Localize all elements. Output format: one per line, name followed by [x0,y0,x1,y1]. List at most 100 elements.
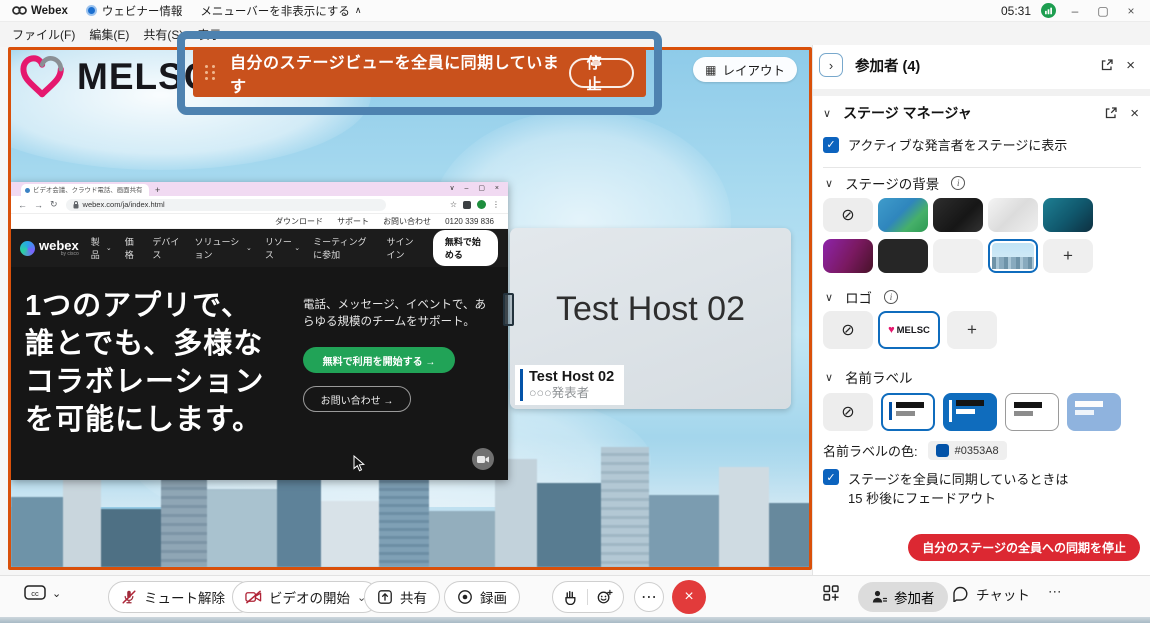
stage-resize-handle[interactable] [503,293,514,326]
chevron-down-icon[interactable]: ∨ [825,291,833,304]
start-video-button[interactable]: ビデオの開始 ⌄ [232,581,379,613]
back-icon[interactable]: ← [18,200,27,210]
nav-signin[interactable]: サインイン [387,235,421,261]
background-thumb-city-selected[interactable] [988,239,1038,273]
link-contact[interactable]: お問い合わせ [383,216,431,227]
link-phone[interactable]: 0120 339 836 [445,217,494,226]
app-title: Webex [31,5,68,17]
more-options-button[interactable]: ⋯ [634,582,664,612]
reactions-group [552,581,624,613]
collapse-panel-button[interactable]: › [819,53,843,77]
browser-tabstrip: ビデオ会議、クラウド電話、画面共有 × + ∨ – ▢ × [11,182,508,196]
hero-start-free-button[interactable]: 無料で利用を開始する → [303,347,455,373]
background-thumb-purple[interactable] [823,239,873,273]
drag-handle-icon[interactable] [205,65,216,80]
close-window-button[interactable]: × [1122,4,1140,18]
hero-contact-button[interactable]: お問い合わせ → [303,386,411,412]
nav-products[interactable]: 製品⌄ [91,235,112,261]
link-support[interactable]: サポート [337,216,369,227]
maximize-button[interactable]: ▢ [1094,4,1112,18]
shared-browser-window[interactable]: ビデオ会議、クラウド電話、画面共有 × + ∨ – ▢ × ← → ↻ webe… [11,182,508,480]
logo-thumb-melsc-selected[interactable]: ♥ MELSC [878,311,940,349]
reload-icon[interactable]: ↻ [50,199,58,210]
stop-sync-all-button[interactable]: 自分のステージの全員への同期を停止 [908,534,1140,561]
webinar-info-button[interactable]: ウェビナー情報 [86,3,183,19]
chevron-up-icon: ∧ [355,5,362,16]
participants-icon [871,589,887,605]
star-icon[interactable]: ☆ [450,200,457,209]
webex-infinity-icon [12,5,27,16]
name-label-thumb-style1-selected[interactable] [881,393,935,431]
hide-menubar-button[interactable]: メニューバーを非表示にする ∧ [200,3,361,19]
name-label-thumb-style2[interactable] [943,393,997,431]
stage-manager-title: ステージ マネージャ [843,103,972,123]
chat-button[interactable]: チャット [952,584,1030,604]
profile-avatar[interactable] [477,200,486,209]
logo-thumb-none[interactable]: ⊘ [823,311,873,349]
name-label-thumb-style3[interactable] [1005,393,1059,431]
background-thumb-none[interactable]: ⊘ [823,198,873,232]
background-thumb-black[interactable] [878,239,928,273]
fadeout-checkbox[interactable]: ✓ [823,469,839,485]
chevron-down-icon[interactable]: ∨ [823,107,831,120]
active-speaker-checkbox[interactable]: ✓ [823,137,839,153]
start-free-button[interactable]: 無料で始める [433,230,498,266]
nav-solutions[interactable]: ソリューション⌄ [194,235,251,261]
sync-banner: 自分のステージビューを全員に同期しています 停止 [193,48,646,97]
nav-join-meeting[interactable]: ミーティングに参加 [313,235,374,261]
name-label-thumb-none[interactable]: ⊘ [823,393,873,431]
stage-area: MELSC ▦ レイアウト ビデオ会議、クラウド電話、画面共有 × + ∨ – … [8,47,812,570]
close-panel-icon[interactable]: × [1126,57,1135,74]
participants-toggle-button[interactable]: 参加者 [858,582,948,612]
nav-resources[interactable]: リソース⌄ [265,235,300,261]
address-bar[interactable]: webex.com/ja/index.html [66,199,386,211]
nav-pricing[interactable]: 価格 [125,235,140,261]
close-section-icon[interactable]: × [1130,105,1139,122]
color-swatch [936,444,949,457]
site-utility-links: ダウンロード サポート お問い合わせ 0120 339 836 [11,214,508,229]
new-tab-button[interactable]: + [155,185,160,195]
meeting-timer: 05:31 [1001,4,1031,18]
chevron-down-icon[interactable]: ∨ [825,177,833,190]
info-icon[interactable]: i [884,290,898,304]
background-thumb-teal[interactable] [1043,198,1093,232]
webex-site-logo[interactable]: webex by cisco [20,239,79,257]
raise-hand-button[interactable] [563,589,587,605]
record-button[interactable]: 録画 [444,581,520,613]
stop-sync-banner-button[interactable]: 停止 [569,58,634,88]
popout-icon[interactable] [1104,106,1118,120]
link-download[interactable]: ダウンロード [275,216,323,227]
background-thumb-dark[interactable] [933,198,983,232]
info-icon[interactable]: i [951,176,965,190]
apps-button[interactable] [822,584,840,602]
popout-icon[interactable] [1100,58,1114,72]
background-thumb-gray[interactable] [933,239,983,273]
name-label-thumb-style4[interactable] [1067,393,1121,431]
reactions-button[interactable] [587,589,613,605]
background-thumb-light[interactable] [988,198,1038,232]
share-button[interactable]: 共有 [364,581,440,613]
toolbar-more-button[interactable]: ⋯ [1048,584,1062,600]
tile-display-name: Test Host 02 [510,290,791,329]
browser-tab[interactable]: ビデオ会議、クラウド電話、画面共有 × [21,184,149,196]
fadeout-label-line2: 15 秒後にフェードアウト [848,491,996,506]
background-thumb-blue-green[interactable] [878,198,928,232]
muted-mic-icon [121,589,137,605]
forward-icon[interactable]: → [34,200,43,210]
kebab-menu-icon[interactable]: ⋮ [492,200,500,209]
captions-button[interactable]: cc ⌄ [24,585,61,602]
browser-window-controls[interactable]: ∨ – ▢ × [449,184,503,192]
leave-meeting-button[interactable]: × [672,580,706,614]
menu-file[interactable]: ファイル(F) [12,26,75,43]
name-label-color-picker[interactable]: #0353A8 [928,441,1007,460]
layout-button[interactable]: ▦ レイアウト [693,57,797,82]
chevron-down-icon[interactable]: ∨ [825,371,833,384]
background-add-button[interactable]: + [1043,239,1093,273]
nav-devices[interactable]: デバイス [152,235,181,261]
logo-add-button[interactable]: + [947,311,997,349]
minimize-button[interactable]: – [1066,4,1084,18]
video-tile-test-host-02[interactable]: Test Host 02 Test Host 02 ○○○発表者 [510,228,791,409]
webcam-preview-icon [472,448,494,470]
menu-edit[interactable]: 編集(E) [89,26,129,43]
webex-ring-icon [20,241,35,256]
